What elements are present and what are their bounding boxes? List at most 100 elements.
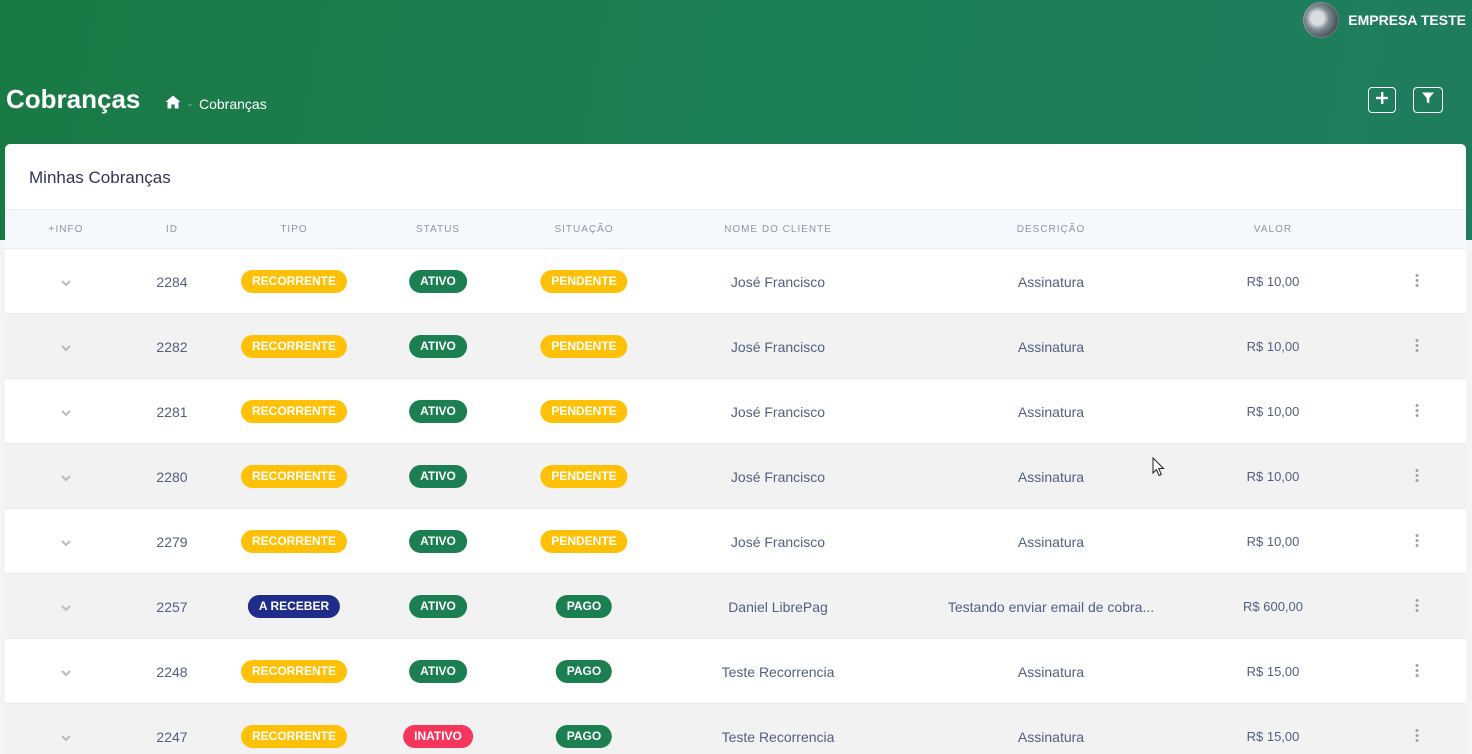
status-badge: ATIVO [409, 270, 467, 293]
table-row[interactable]: 2248 RECORRENTE ATIVO PAGO Teste Recorrencia… [5, 639, 1466, 704]
status-badge: ATIVO [409, 660, 467, 683]
table-row[interactable]: 2257 A RECEBER ATIVO PAGO Daniel LibrePag Tes… [5, 574, 1466, 639]
situacao-badge: PENDENTE [540, 335, 628, 358]
expand-row-button[interactable] [61, 444, 71, 509]
situacao-badge: PENDENTE [540, 530, 628, 553]
cell-cliente: Daniel LibrePag [728, 598, 828, 615]
card-title: Minhas Cobranças [29, 168, 171, 187]
tipo-badge: RECORRENTE [240, 400, 348, 423]
cell-id: 2281 [156, 403, 188, 420]
home-icon[interactable] [165, 95, 181, 112]
cell-descricao: Assinatura [1017, 663, 1085, 680]
tipo-badge: RECORRENTE [240, 660, 348, 683]
cell-cliente: José Francisco [730, 403, 826, 420]
row-actions-button[interactable] [1415, 574, 1419, 639]
situacao-badge: PAGO [555, 595, 613, 618]
chevron-down-icon [61, 469, 71, 485]
filter-button[interactable] [1413, 87, 1443, 113]
tipo-badge: A RECEBER [247, 595, 341, 618]
cell-situacao: PENDENTE [540, 509, 628, 574]
row-actions-button[interactable] [1415, 379, 1419, 444]
table-row[interactable]: 2279 RECORRENTE ATIVO PENDENTE José Francisc… [5, 509, 1466, 574]
cell-valor: R$ 10,00 [1246, 339, 1300, 354]
user-avatar[interactable] [1303, 2, 1340, 38]
cell-status: ATIVO [409, 444, 467, 509]
cell-status: ATIVO [409, 509, 467, 574]
column-header-situacao: SITUAÇÃO [554, 224, 614, 235]
cell-status: ATIVO [409, 314, 467, 379]
row-actions-button[interactable] [1415, 639, 1419, 704]
column-header-id: ID [166, 224, 178, 235]
cell-status: ATIVO [409, 574, 467, 639]
row-actions-button[interactable] [1415, 444, 1419, 509]
cell-status: ATIVO [409, 639, 467, 704]
expand-row-button[interactable] [61, 574, 71, 639]
cell-status: INATIVO [403, 704, 473, 754]
column-header-descricao: DESCRIÇÃO [1016, 224, 1086, 235]
charges-card: Minhas Cobranças +INFO ID TIPO STATUS SI… [5, 144, 1466, 754]
user-name[interactable]: EMPRESA TESTE [1348, 12, 1466, 28]
column-header-cliente: NOME DO CLIENTE [724, 224, 832, 235]
situacao-badge: PAGO [555, 660, 613, 683]
tipo-badge: RECORRENTE [240, 465, 348, 488]
row-actions-button[interactable] [1415, 314, 1419, 379]
row-actions-button[interactable] [1415, 704, 1419, 754]
cell-descricao: Assinatura [1017, 468, 1085, 485]
mouse-cursor-icon [1152, 456, 1166, 483]
cell-valor: R$ 15,00 [1246, 664, 1300, 679]
cell-tipo: RECORRENTE [240, 249, 348, 314]
row-actions-button[interactable] [1415, 509, 1419, 574]
more-vertical-icon [1415, 599, 1419, 612]
cell-cliente: José Francisco [730, 338, 826, 355]
expand-row-button[interactable] [61, 639, 71, 704]
filter-icon [1422, 91, 1434, 109]
expand-row-button[interactable] [61, 509, 71, 574]
table-row[interactable]: 2280 RECORRENTE ATIVO PENDENTE José Francisc… [5, 444, 1466, 509]
table-row[interactable]: 2281 RECORRENTE ATIVO PENDENTE José Francisc… [5, 379, 1466, 444]
cell-id: 2247 [156, 728, 188, 745]
column-header-info: +INFO [48, 224, 84, 235]
breadcrumb: - Cobranças [165, 95, 267, 112]
breadcrumb-separator: - [188, 96, 192, 111]
cell-tipo: RECORRENTE [240, 314, 348, 379]
tipo-badge: RECORRENTE [240, 335, 348, 358]
chevron-down-icon [61, 274, 71, 290]
page-title: Cobranças [6, 84, 141, 114]
cell-id: 2248 [156, 663, 188, 680]
add-charge-button[interactable] [1368, 87, 1396, 113]
cell-descricao: Assinatura [1017, 533, 1085, 550]
cell-cliente: José Francisco [730, 468, 826, 485]
cell-situacao: PENDENTE [540, 444, 628, 509]
chevron-down-icon [61, 599, 71, 615]
cell-situacao: PAGO [555, 574, 613, 639]
cell-descricao: Testando enviar email de cobra... [947, 598, 1155, 615]
chevron-down-icon [61, 534, 71, 550]
tipo-badge: RECORRENTE [240, 530, 348, 553]
user-menu[interactable]: EMPRESA TESTE [1303, 2, 1466, 38]
cell-valor: R$ 600,00 [1243, 599, 1303, 614]
table-row[interactable]: 2247 RECORRENTE INATIVO PAGO Teste Recorrenc… [5, 704, 1466, 754]
cell-status: ATIVO [409, 249, 467, 314]
cell-cliente: Teste Recorrencia [721, 728, 835, 745]
table-row[interactable]: 2282 RECORRENTE ATIVO PENDENTE José Francisc… [5, 314, 1466, 379]
cell-valor: R$ 10,00 [1246, 469, 1300, 484]
cell-descricao: Assinatura [1017, 728, 1085, 745]
situacao-badge: PENDENTE [540, 270, 628, 293]
expand-row-button[interactable] [61, 379, 71, 444]
tipo-badge: RECORRENTE [240, 270, 348, 293]
row-actions-button[interactable] [1415, 249, 1419, 314]
cell-descricao: Assinatura [1017, 273, 1085, 290]
status-badge: ATIVO [409, 595, 467, 618]
breadcrumb-current[interactable]: Cobranças [199, 96, 267, 112]
more-vertical-icon [1415, 534, 1419, 547]
expand-row-button[interactable] [61, 704, 71, 754]
cell-tipo: RECORRENTE [240, 639, 348, 704]
expand-row-button[interactable] [61, 249, 71, 314]
chevron-down-icon [61, 729, 71, 745]
table-row[interactable]: 2284 RECORRENTE ATIVO PENDENTE José Francisc… [5, 249, 1466, 314]
cell-tipo: RECORRENTE [240, 509, 348, 574]
cell-situacao: PENDENTE [540, 314, 628, 379]
cell-tipo: RECORRENTE [240, 444, 348, 509]
situacao-badge: PENDENTE [540, 465, 628, 488]
expand-row-button[interactable] [61, 314, 71, 379]
